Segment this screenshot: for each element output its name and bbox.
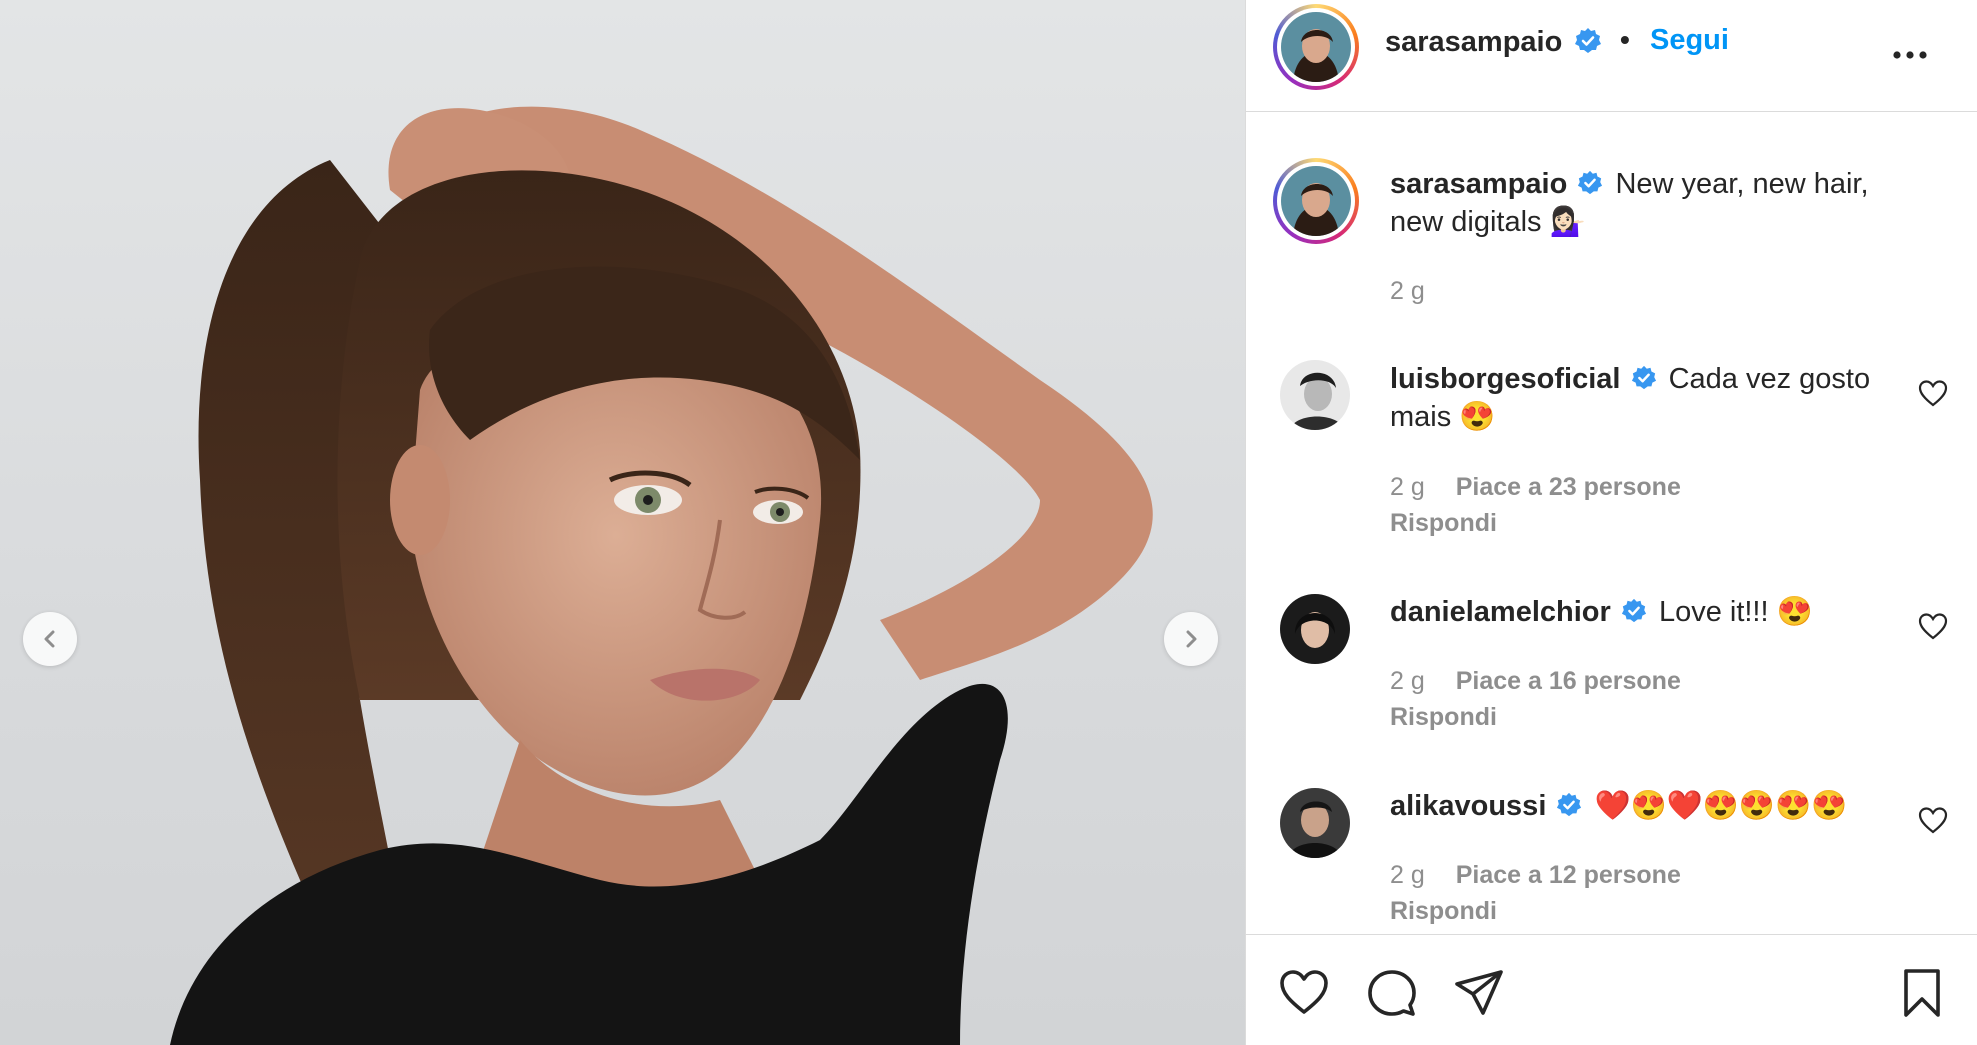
verified-badge-icon [1578, 171, 1603, 195]
previous-photo-button[interactable] [23, 612, 77, 666]
comment-body: ❤️😍❤️😍😍😍😍 [1594, 790, 1848, 822]
post-photo [170, 106, 1153, 1045]
follow-button[interactable]: Segui [1650, 24, 1729, 57]
reply-button[interactable]: Rispondi [1390, 703, 1497, 732]
author-username[interactable]: sarasampaio [1385, 26, 1602, 59]
comment-likes[interactable]: Piace a 12 persone [1456, 861, 1681, 889]
header-separator: • [1620, 24, 1630, 55]
next-photo-button[interactable] [1164, 612, 1218, 666]
post-header: sarasampaio • Segui [1246, 0, 1977, 112]
chevron-right-icon [1186, 630, 1197, 648]
comment-meta: 2 g Piace a 23 persone [1390, 473, 1681, 502]
verified-badge-icon [1621, 599, 1646, 623]
commenter-avatar[interactable] [1280, 788, 1350, 858]
reply-button[interactable]: Rispondi [1390, 509, 1497, 538]
comments-list: sarasampaio New year, new hair, new digi… [1246, 113, 1977, 933]
more-options-icon [1893, 51, 1927, 59]
comment-time: 2 g [1390, 667, 1425, 695]
comment-username[interactable]: alikavoussi [1390, 790, 1546, 822]
comment-likes[interactable]: Piace a 23 persone [1456, 473, 1681, 501]
comment-username[interactable]: danielamelchior [1390, 596, 1611, 628]
comment-text: alikavoussi ❤️😍❤️😍😍😍😍 [1390, 787, 1900, 825]
comment-text: luisborgesoficial Cada vez gosto mais 😍 [1390, 360, 1900, 436]
post-side-panel: sarasampaio • Segui sarasampaio New year… [1245, 0, 1977, 1045]
reply-button[interactable]: Rispondi [1390, 897, 1497, 926]
comment-time: 2 g [1390, 861, 1425, 889]
caption-username[interactable]: sarasampaio [1390, 168, 1567, 200]
post-media [0, 0, 1245, 1045]
chevron-left-icon [44, 630, 55, 648]
comment-text: danielamelchior Love it!!! 😍 [1390, 593, 1900, 631]
comment-meta: 2 g Piace a 12 persone [1390, 861, 1681, 890]
author-username-text: sarasampaio [1385, 26, 1563, 58]
bookmark-icon[interactable] [1896, 967, 1948, 1019]
caption-avatar-image [1281, 166, 1351, 236]
paper-plane-icon[interactable] [1453, 967, 1505, 1019]
comment-likes[interactable]: Piace a 16 persone [1456, 667, 1681, 695]
comment-body: Love it!!! 😍 [1658, 596, 1813, 628]
caption-text: sarasampaio New year, new hair, new digi… [1390, 165, 1900, 241]
heart-icon[interactable] [1918, 379, 1948, 409]
verified-badge-icon [1557, 793, 1582, 817]
verified-badge-icon [1631, 366, 1656, 390]
caption-meta: 2 g [1390, 277, 1449, 306]
heart-icon[interactable] [1918, 612, 1948, 642]
comment-icon[interactable] [1366, 967, 1418, 1019]
comment-meta: 2 g Piace a 16 persone [1390, 667, 1681, 696]
caption-avatar[interactable] [1273, 158, 1359, 244]
commenter-avatar[interactable] [1280, 594, 1350, 664]
verified-badge-icon [1575, 28, 1602, 54]
post-action-bar [1246, 934, 1977, 1045]
commenter-avatar[interactable] [1280, 360, 1350, 430]
author-avatar-image [1281, 12, 1351, 82]
comment-time: 2 g [1390, 473, 1425, 501]
author-avatar[interactable] [1273, 4, 1359, 90]
heart-icon[interactable] [1278, 967, 1330, 1019]
comment-username[interactable]: luisborgesoficial [1390, 363, 1620, 395]
caption-time: 2 g [1390, 277, 1425, 305]
more-options-button[interactable] [1892, 34, 1928, 68]
heart-icon[interactable] [1918, 806, 1948, 836]
